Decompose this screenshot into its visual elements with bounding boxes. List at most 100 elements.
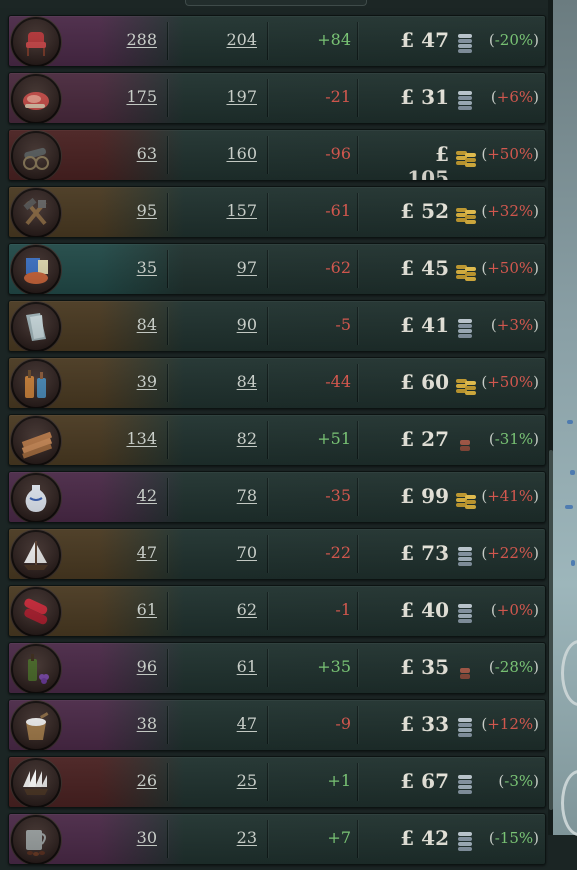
column-divider	[357, 136, 358, 174]
produced-value[interactable]: 84	[69, 316, 157, 334]
coffee-icon[interactable]	[11, 815, 61, 864]
price-change: (+12%)	[481, 715, 539, 733]
silver-coin-stack-icon	[458, 604, 472, 623]
balance-value: +51	[317, 429, 351, 448]
balance-value: +1	[327, 771, 351, 790]
goods-row[interactable]: 84 90 -5 £ 41 (+3%)	[8, 300, 546, 352]
balance-value: -1	[335, 600, 351, 619]
scrollbar-thumb[interactable]	[549, 450, 553, 810]
column-divider	[357, 478, 358, 516]
goods-row[interactable]: 61 62 -1 £ 40 (+0%)	[8, 585, 546, 637]
consumed-value[interactable]: 90	[169, 316, 257, 334]
glass-icon[interactable]	[11, 302, 61, 351]
bronze-coin-stack-icon	[460, 668, 470, 679]
column-divider	[357, 820, 358, 858]
hardwood-icon[interactable]	[11, 416, 61, 465]
column-divider	[357, 763, 358, 801]
produced-value[interactable]: 30	[69, 829, 157, 847]
price-value: £ 45	[400, 256, 449, 280]
silk-icon[interactable]	[11, 587, 61, 636]
consumed-value[interactable]: 47	[169, 715, 257, 733]
column-divider	[267, 136, 268, 174]
goods-market-list: 288 204 +84 £ 47 (-20%) 175 197 -21 £ 31 (+6%) 63 1…	[8, 15, 546, 870]
column-divider	[267, 592, 268, 630]
produced-value[interactable]: 63	[69, 145, 157, 163]
sugar-icon[interactable]	[11, 701, 61, 750]
produced-value[interactable]: 35	[69, 259, 157, 277]
manowars-icon[interactable]	[11, 758, 61, 807]
goods-row[interactable]: 134 82 +51 £ 27 (-31%)	[8, 414, 546, 466]
porcelain-icon[interactable]	[11, 473, 61, 522]
goods-row[interactable]: 42 78 -35 £ 99 (+41%)	[8, 471, 546, 523]
column-divider	[357, 79, 358, 117]
consumed-value[interactable]: 70	[169, 544, 257, 562]
column-divider	[167, 706, 168, 744]
goods-row[interactable]: 35 97 -62 £ 45 (+50%)	[8, 243, 546, 295]
consumed-value[interactable]: 78	[169, 487, 257, 505]
balance-value: -61	[325, 201, 351, 220]
column-divider	[167, 250, 168, 288]
map-background	[553, 0, 577, 836]
consumed-value[interactable]: 197	[169, 88, 257, 106]
column-divider	[267, 763, 268, 801]
produced-value[interactable]: 39	[69, 373, 157, 391]
produced-value[interactable]: 61	[69, 601, 157, 619]
goods-row[interactable]: 39 84 -44 £ 60 (+50%)	[8, 357, 546, 409]
balance-value: -35	[325, 486, 351, 505]
produced-value[interactable]: 96	[69, 658, 157, 676]
consumed-value[interactable]: 157	[169, 202, 257, 220]
balance-value: -62	[325, 258, 351, 277]
goods-row[interactable]: 63 160 -96 £ 105 (+50%)	[8, 129, 546, 181]
produced-value[interactable]: 26	[69, 772, 157, 790]
consumed-value[interactable]: 25	[169, 772, 257, 790]
produced-value[interactable]: 175	[69, 88, 157, 106]
price-change: (+3%)	[490, 316, 539, 334]
artillery-icon[interactable]	[11, 131, 61, 180]
column-divider	[357, 193, 358, 231]
tools-icon[interactable]	[11, 188, 61, 237]
meat-icon[interactable]	[11, 74, 61, 123]
consumed-value[interactable]: 61	[169, 658, 257, 676]
goods-row[interactable]: 96 61 +35 £ 35 (-28%)	[8, 642, 546, 694]
price-change: (+50%)	[481, 145, 539, 163]
goods-row[interactable]: 26 25 +1 £ 67 (-3%)	[8, 756, 546, 808]
produced-value[interactable]: 95	[69, 202, 157, 220]
goods-row[interactable]: 47 70 -22 £ 73 (+22%)	[8, 528, 546, 580]
price-value: £ 105	[407, 142, 449, 181]
produced-value[interactable]: 288	[69, 31, 157, 49]
goods-row[interactable]: 288 204 +84 £ 47 (-20%)	[8, 15, 546, 67]
produced-value[interactable]: 38	[69, 715, 157, 733]
consumed-value[interactable]: 23	[169, 829, 257, 847]
clippers-icon[interactable]	[11, 530, 61, 579]
consumed-value[interactable]: 97	[169, 259, 257, 277]
produced-value[interactable]: 47	[69, 544, 157, 562]
consumed-value[interactable]: 84	[169, 373, 257, 391]
price-change: (-20%)	[488, 31, 539, 49]
column-divider	[267, 250, 268, 288]
liquor-icon[interactable]	[11, 359, 61, 408]
consumed-value[interactable]: 62	[169, 601, 257, 619]
silver-coin-stack-icon	[458, 718, 472, 737]
price-value: £ 41	[400, 313, 449, 337]
produced-value[interactable]: 42	[69, 487, 157, 505]
price-value: £ 67	[400, 769, 449, 793]
furniture-icon[interactable]	[11, 17, 61, 66]
goods-row[interactable]: 175 197 -21 £ 31 (+6%)	[8, 72, 546, 124]
column-divider	[167, 820, 168, 858]
consumed-value[interactable]: 160	[169, 145, 257, 163]
column-divider	[357, 364, 358, 402]
price-value: £ 27	[400, 427, 449, 451]
produced-value[interactable]: 134	[69, 430, 157, 448]
wine-icon[interactable]	[11, 644, 61, 693]
price-value: £ 47	[400, 28, 449, 52]
goods-row[interactable]: 95 157 -61 £ 52 (+32%)	[8, 186, 546, 238]
consumed-value[interactable]: 204	[169, 31, 257, 49]
goods-row[interactable]: 30 23 +7 £ 42 (-15%)	[8, 813, 546, 865]
price-change-value: -20%	[494, 31, 534, 49]
consumed-value[interactable]: 82	[169, 430, 257, 448]
column-divider	[267, 79, 268, 117]
price-value: £ 40	[400, 598, 449, 622]
goods-row[interactable]: 38 47 -9 £ 33 (+12%)	[8, 699, 546, 751]
column-divider	[267, 820, 268, 858]
groceries-icon[interactable]	[11, 245, 61, 294]
